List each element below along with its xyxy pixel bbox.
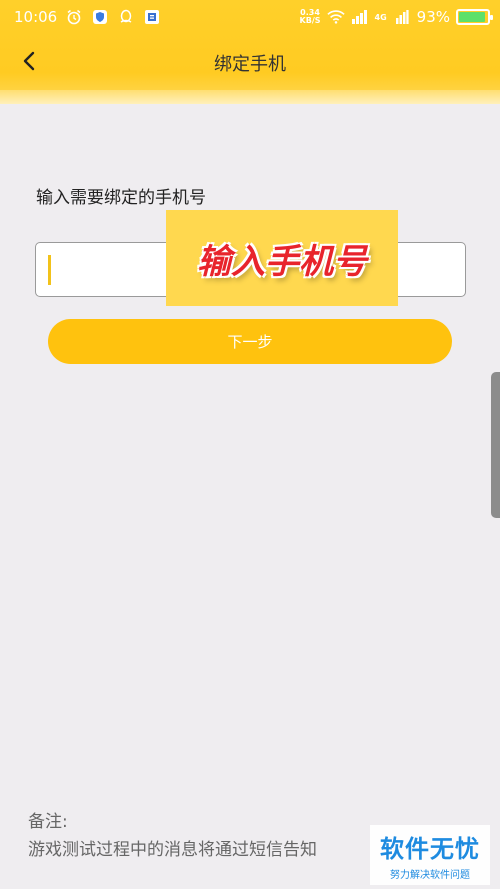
back-button[interactable] — [12, 46, 46, 80]
status-left: 10:06 — [14, 8, 161, 26]
watermark-main: 软件无忧 — [380, 835, 480, 863]
next-step-button[interactable]: 下一步 — [48, 319, 452, 364]
page-title: 绑定手机 — [214, 54, 286, 75]
network-type: 4G — [374, 12, 387, 22]
status-right: 0.34 KB/S 4G 93% — [300, 8, 493, 26]
text-caret — [48, 255, 51, 285]
battery-percent: 93% — [416, 8, 450, 26]
watermark-sub: 努力解决软件问题 — [390, 870, 470, 881]
annotation-text: 输入手机号 — [197, 241, 367, 282]
status-time: 10:06 — [14, 8, 58, 26]
qq-icon — [117, 8, 135, 26]
note-text: 游戏测试过程中的消息将通过短信告知 — [28, 840, 317, 860]
phone-input-label: 输入需要绑定的手机号 — [36, 188, 206, 208]
note-section: 备注: 游戏测试过程中的消息将通过短信告知 — [28, 808, 317, 864]
watermark-logo: 软件无忧 努力解决软件问题 — [370, 825, 490, 885]
alarm-icon — [65, 8, 83, 26]
signal-icon — [351, 8, 369, 26]
app-header: 10:06 0.34 KB/S 4G 93% 绑定手机 — [0, 0, 500, 104]
scrollbar-thumb[interactable] — [491, 372, 500, 518]
battery-icon — [456, 9, 493, 25]
annotation-overlay: 输入手机号 — [166, 210, 398, 306]
net-speed-unit: KB/S — [299, 16, 321, 25]
net-speed: 0.34 KB/S — [300, 9, 321, 25]
status-bar: 10:06 0.34 KB/S 4G 93% — [0, 0, 500, 34]
wifi-icon — [326, 8, 345, 26]
app-notification-icon — [143, 8, 161, 26]
chevron-left-icon — [22, 51, 36, 75]
battery-fill — [459, 12, 486, 22]
header-bottom-strip — [0, 90, 500, 104]
note-title: 备注: — [28, 812, 68, 832]
nav-bar: 绑定手机 — [0, 34, 500, 92]
signal-icon-secondary — [393, 8, 411, 26]
shield-icon — [91, 8, 109, 26]
